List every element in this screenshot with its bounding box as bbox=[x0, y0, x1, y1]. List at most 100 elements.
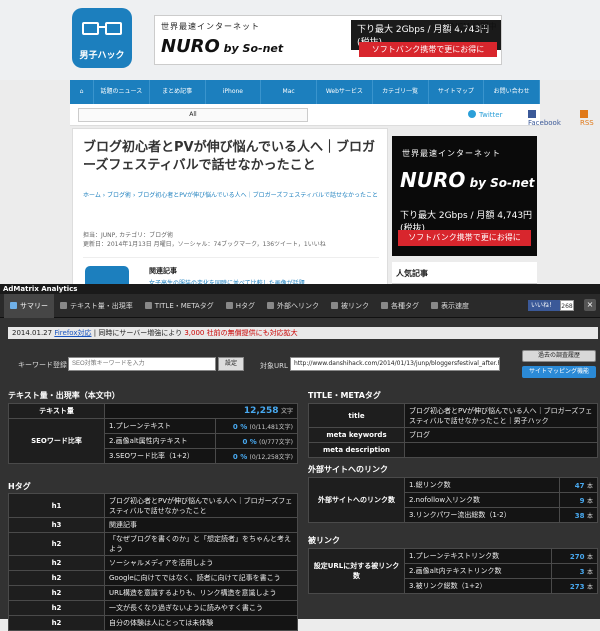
side-ad-brand-name: NURO bbox=[400, 168, 466, 192]
site-search-row: All Twitter Facebook RSS bbox=[70, 104, 594, 127]
nav-item-contact[interactable]: お問い合わせ bbox=[484, 80, 540, 104]
seo-row-label: 1.プレーンテキスト bbox=[103, 418, 217, 434]
nav-item-sitemap[interactable]: サイトマップ bbox=[429, 80, 485, 104]
seo-ratio-label: SEOワード比率 bbox=[8, 418, 105, 464]
tab-backlinks[interactable]: 被リンク bbox=[325, 294, 375, 318]
keyword-label: キーワード登録 bbox=[18, 361, 67, 369]
title-value: ブログ初心者とPVが伸び悩んでいる人へ｜ブロガーズフェスティバルで話せなかったこ… bbox=[404, 403, 598, 428]
h-tag-label: h2 bbox=[8, 615, 105, 631]
seo-row-label: 2.画像alt属性内テキスト bbox=[103, 433, 217, 449]
tab-backlinks-label: 被リンク bbox=[341, 301, 369, 310]
keyword-set-button[interactable]: 設定 bbox=[218, 357, 244, 371]
h-tags-heading: Hタグ bbox=[8, 482, 31, 491]
table-row: SEOワード比率 1.プレーンテキスト 0 % (0/11,481文字) bbox=[8, 418, 298, 464]
seo-row-detail: (0/777文字) bbox=[259, 438, 293, 446]
nav-item-webservice[interactable]: Webサービス bbox=[317, 80, 373, 104]
ext-row-value: 38 本 bbox=[558, 507, 599, 523]
twitter-icon bbox=[468, 110, 476, 118]
backlink-row-label: 1.プレーンテキストリンク数 bbox=[404, 548, 552, 564]
site-search-select[interactable]: All bbox=[78, 108, 308, 122]
side-ad-softbank: ソフトバンク携帯で更にお得に bbox=[398, 230, 531, 246]
past-history-button[interactable]: 過去の調査履歴 bbox=[522, 350, 596, 362]
backlink-row-label: 2.画像alt内テキストリンク数 bbox=[404, 563, 552, 579]
text-volume-value: 12,258 文字 bbox=[104, 403, 298, 419]
close-icon[interactable]: × bbox=[584, 299, 596, 311]
breadcrumb[interactable]: ホーム › ブログ術 › ブログ初心者とPVが伸び悩んでいる人へ｜ブロガーズフェ… bbox=[83, 191, 379, 201]
ext-row-label: 2.nofollow入リンク数 bbox=[404, 492, 560, 508]
h-tag-text: Googleに向けてではなく、読者に向けて記事を書こう bbox=[104, 570, 298, 586]
url-field[interactable]: http://www.danshihack.com/2014/01/13/jun… bbox=[290, 357, 500, 371]
backlinks-label: 設定URLに対する被リンク数 bbox=[308, 548, 405, 594]
meta-keywords-label: meta keywords bbox=[308, 427, 405, 443]
nav-item-iphone[interactable]: iPhone bbox=[206, 80, 262, 104]
tab-h-tags[interactable]: Hタグ bbox=[220, 294, 261, 318]
rss-link[interactable]: RSS bbox=[580, 110, 594, 127]
ad-line1: 世界最速インターネット bbox=[161, 22, 260, 31]
notice-date: 2014.01.27 bbox=[12, 329, 53, 337]
text-icon bbox=[60, 302, 67, 309]
ad-softbank: ソフトバンク携帯で更にお得に bbox=[359, 42, 497, 57]
nav-item-news[interactable]: 話題のニュース bbox=[94, 80, 150, 104]
external-links-table: 外部サイトへのリンク数 1.総リンク数 47 本 2.nofollow入リンク数… bbox=[308, 477, 599, 523]
h-tags-table: h1 ブログ初心者とPVが伸び悩んでいる人へ｜ブロガーズフェスティバルで話せなかっ… bbox=[8, 493, 298, 631]
side-ad-brand-by: by So-net bbox=[465, 176, 535, 190]
h-tag-label: h2 bbox=[8, 532, 105, 556]
tab-text-volume[interactable]: テキスト量・出現率 bbox=[54, 294, 139, 318]
twitter-label: Twitter bbox=[479, 111, 503, 119]
backlink-row-unit: 本 bbox=[586, 583, 593, 591]
external-links-label: 外部サイトへのリンク数 bbox=[308, 477, 405, 523]
backlink-row-value: 270 本 bbox=[550, 548, 599, 564]
twitter-link[interactable]: Twitter bbox=[468, 110, 502, 119]
rss-icon bbox=[580, 110, 588, 118]
ext-row-unit: 本 bbox=[586, 482, 593, 490]
title-meta-table: title ブログ初心者とPVが伸び悩んでいる人へ｜ブロガーズフェスティバルで話… bbox=[308, 403, 598, 458]
table-row: meta description bbox=[308, 442, 598, 458]
tab-external-links[interactable]: 外部へリンク bbox=[261, 294, 325, 318]
tab-various-tags[interactable]: 各種タグ bbox=[375, 294, 425, 318]
top-ad-banner[interactable]: 世界最速インターネット NURO by So-net 下り最大 2Gbps / … bbox=[154, 15, 502, 65]
table-row: h3 関連記事 bbox=[8, 517, 298, 533]
backlink-row-number: 270 bbox=[569, 552, 585, 561]
table-row: h1 ブログ初心者とPVが伸び悩んでいる人へ｜ブロガーズフェスティバルで話せなかっ… bbox=[8, 493, 298, 518]
nav-item-mac[interactable]: Mac bbox=[261, 80, 317, 104]
backlinks-table: 設定URLに対する被リンク数 1.プレーンテキストリンク数 270 本 2.画像… bbox=[308, 548, 599, 594]
article-author-category: 担当：JUNP, カテゴリ：ブログ術 bbox=[83, 232, 174, 239]
home-icon[interactable]: ⌂ bbox=[70, 80, 94, 104]
sidebar-ad[interactable]: 世界最速インターネット NURO by So-net 下り最大 2Gbps / … bbox=[392, 136, 537, 256]
site-logo[interactable]: 男子ハック bbox=[72, 8, 132, 68]
facebook-link[interactable]: Facebook bbox=[528, 110, 561, 127]
table-row: 外部サイトへのリンク数 1.総リンク数 47 本 bbox=[308, 477, 599, 523]
h-tag-text: 自分の体験は人にとっては未体験 bbox=[104, 615, 298, 631]
notice-link[interactable]: Firefox対応 bbox=[54, 329, 91, 337]
tab-display-speed[interactable]: 表示速度 bbox=[425, 294, 475, 318]
nav-item-categories[interactable]: カテゴリ一覧 bbox=[373, 80, 429, 104]
tab-summary[interactable]: サマリー bbox=[4, 293, 54, 318]
site-nav: ⌂ 話題のニュース まとめ記事 iPhone Mac Webサービス カテゴリ一… bbox=[70, 80, 540, 104]
article-date-social: 更新日：2014年1月13日 月曜日，ソーシャル：74ブックマーク，136ツイー… bbox=[83, 241, 326, 248]
summary-icon bbox=[10, 302, 17, 309]
external-link-icon bbox=[267, 302, 274, 309]
h-tag-text: 一文が長くなり過ぎないように読みやすく書こう bbox=[104, 600, 298, 616]
table-row: title ブログ初心者とPVが伸び悩んでいる人へ｜ブロガーズフェスティバルで話… bbox=[308, 403, 598, 428]
rss-label: RSS bbox=[580, 119, 594, 127]
side-ad-line1: 世界最速インターネット bbox=[402, 149, 501, 158]
sitemapping-button[interactable]: サイトマッピング機能 bbox=[522, 366, 596, 378]
h-tag-text: 関連記事 bbox=[104, 517, 298, 533]
table-row: h2 「なぜブログを書くのか」と「想定読者」をちゃんと考えよう bbox=[8, 532, 298, 556]
text-volume-number: 12,258 bbox=[243, 406, 279, 416]
side-ad-brand: NURO by So-net bbox=[400, 168, 534, 192]
tab-title-meta[interactable]: TITLE・METAタグ bbox=[139, 294, 220, 318]
keyword-input[interactable] bbox=[68, 357, 216, 371]
ext-row-value: 47 本 bbox=[558, 477, 599, 493]
table-row: h2 URL構造を意識するよりも、リンク構造を意識しよう bbox=[8, 585, 298, 601]
link-icon bbox=[331, 302, 338, 309]
tag-icon bbox=[144, 302, 152, 309]
tab-external-links-label: 外部へリンク bbox=[277, 301, 319, 310]
table-row: h2 Googleに向けてではなく、読者に向けて記事を書こう bbox=[8, 570, 298, 586]
notice-text: | 同時にサーバー増強により bbox=[93, 329, 183, 337]
admatrix-tabbar: サマリー テキスト量・出現率 TITLE・METAタグ Hタグ 外部へリンク 被… bbox=[0, 293, 600, 318]
h-tag-label: h2 bbox=[8, 585, 105, 601]
nav-item-matome[interactable]: まとめ記事 bbox=[150, 80, 206, 104]
tab-title-meta-label: TITLE・METAタグ bbox=[154, 301, 214, 310]
meta-description-label: meta description bbox=[308, 442, 405, 458]
